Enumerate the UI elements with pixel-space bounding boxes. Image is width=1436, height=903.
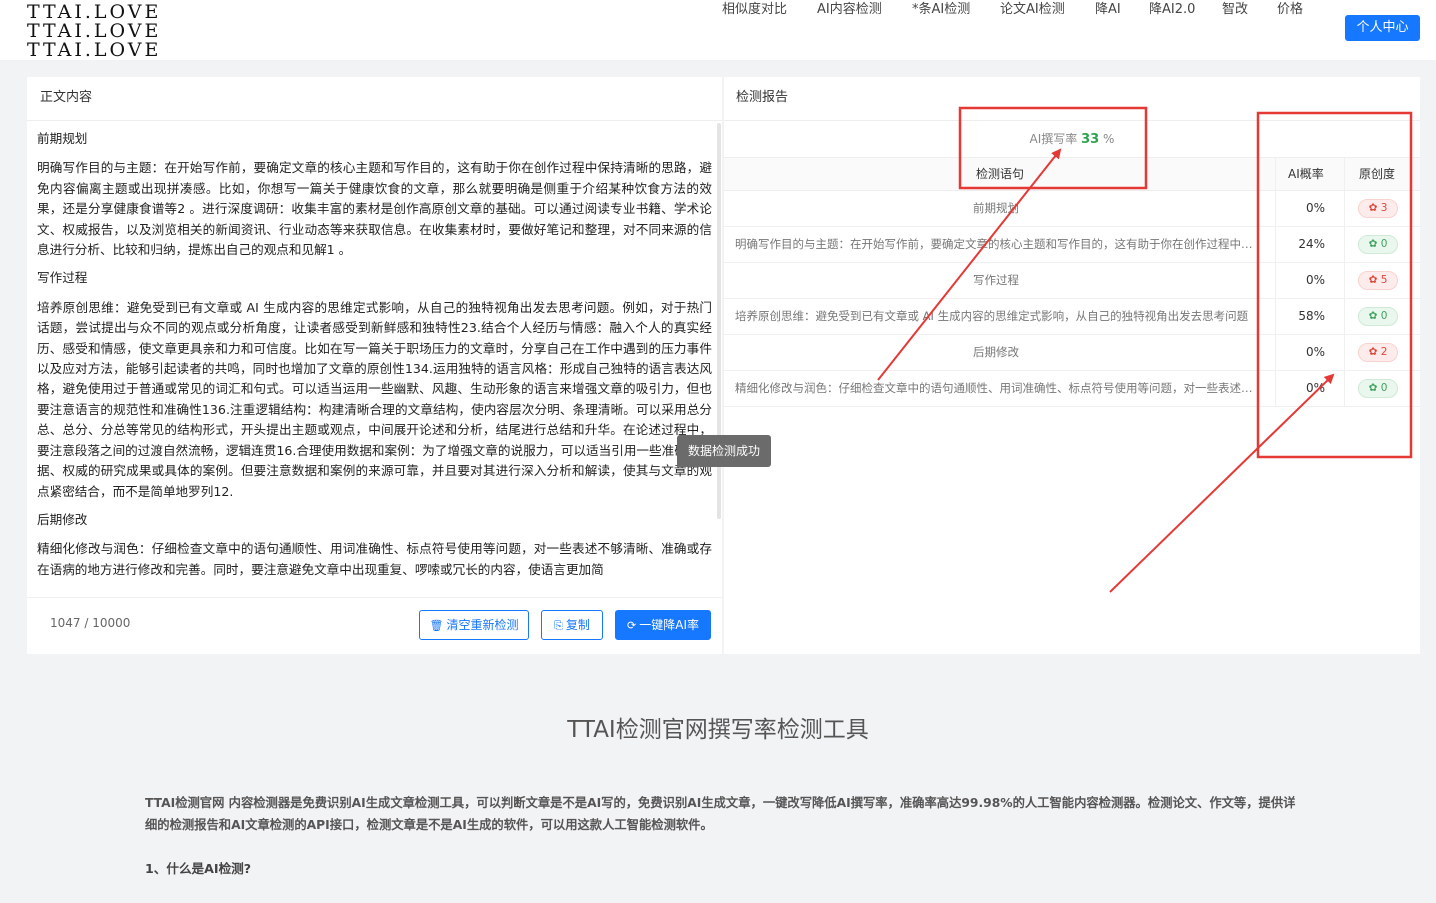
col-divider xyxy=(1344,158,1345,191)
col-divider xyxy=(1344,191,1345,226)
section-body: 精细化修改与润色：仔细检查文章中的语句通顺性、用词准确性、标点符号使用等问题，对… xyxy=(37,541,712,577)
success-toast: 数据检测成功 xyxy=(677,435,771,467)
col-divider xyxy=(1275,158,1276,191)
reduce-ai-rate-button[interactable]: ⟳ 一键降AI率 xyxy=(615,610,711,640)
table-row[interactable]: 明确写作目的与主题：在开始写作前，要确定文章的核心主题和写作目的，这有助于你在创… xyxy=(724,227,1420,263)
row-ai-prob: 0% xyxy=(1305,345,1325,359)
badge-icon: ✿ xyxy=(1368,238,1378,250)
site-logo[interactable]: TTAI.LOVE TTAI.LOVE TTAI.LOVE xyxy=(27,3,161,60)
section-heading: 前期规划 xyxy=(37,131,88,146)
section-heading: 后期修改 xyxy=(37,511,88,527)
article-footer: 1047 / 10000 🗑 清空重新检测 ⎘ 复制 ⟳ 一键降AI率 xyxy=(27,597,722,654)
article-panel: 正文内容 前期规划 明确写作目的与主题：在开始写作前，要确定文章的核心主题和写作… xyxy=(27,77,722,654)
row-sentence: 明确写作目的与主题：在开始写作前，要确定文章的核心主题和写作目的，这有助于你在创… xyxy=(735,237,1257,251)
originality-badge: ✿ 5 xyxy=(1358,271,1398,290)
top-header: TTAI.LOVE TTAI.LOVE TTAI.LOVE 相似度对比 AI内容… xyxy=(0,0,1436,60)
col-divider xyxy=(1344,227,1345,262)
section-title: TTAI检测官网撰写率检测工具 xyxy=(567,717,869,743)
originality-badge: ✿ 0 xyxy=(1358,235,1398,254)
row-ai-prob: 0% xyxy=(1305,273,1325,287)
ai-rate-summary: AI撰写率 33 % xyxy=(724,121,1420,157)
refresh-icon: ⟳ xyxy=(627,619,637,632)
nav-price[interactable]: 价格 xyxy=(1277,0,1303,20)
section-description: TTAI检测官网 内容检测器是免费识别AI生成文章检测工具，可以判断文章是不是A… xyxy=(145,796,1296,832)
clear-recheck-label: 清空重新检测 xyxy=(446,618,519,632)
reduce-ai-rate-label: 一键降AI率 xyxy=(639,618,699,632)
report-panel: 检测报告 AI撰写率 33 % 检测语句 AI概率 原创度 前期规划 0% ✿ … xyxy=(724,77,1420,654)
faq-question: 1、什么是AI检测? xyxy=(145,861,252,876)
originality-badge: ✿ 0 xyxy=(1358,379,1398,398)
nav-reduce-ai[interactable]: 降AI xyxy=(1095,0,1121,20)
originality-badge: ✿ 2 xyxy=(1358,343,1398,362)
badge-icon: ✿ xyxy=(1368,274,1378,286)
row-ai-prob: 0% xyxy=(1305,201,1325,215)
row-sentence: 后期修改 xyxy=(973,345,1019,359)
badge-value: 3 xyxy=(1380,202,1388,214)
article-panel-title: 正文内容 xyxy=(27,77,722,121)
badge-value: 0 xyxy=(1380,310,1388,322)
nav-smart-edit[interactable]: 智改 xyxy=(1222,0,1248,20)
row-sentence: 精细化修改与润色：仔细检查文章中的语句通顺性、用词准确性、标点符号使用等问题，对… xyxy=(735,381,1257,395)
trash-icon: 🗑 xyxy=(429,619,444,632)
nav-reduce-ai-2[interactable]: 降AI2.0 xyxy=(1149,0,1195,20)
report-table-header: 检测语句 AI概率 原创度 xyxy=(724,157,1420,191)
table-row[interactable]: 写作过程 0% ✿ 5 xyxy=(724,263,1420,299)
badge-value: 5 xyxy=(1380,274,1388,286)
row-sentence: 前期规划 xyxy=(973,201,1019,215)
ai-rate-unit: % xyxy=(1103,132,1115,146)
ai-rate-value: 33 xyxy=(1081,132,1100,147)
char-count: 1047 / 10000 xyxy=(50,616,131,630)
col-divider xyxy=(1344,371,1345,406)
originality-badge: ✿ 3 xyxy=(1358,199,1398,218)
row-ai-prob: 24% xyxy=(1298,237,1325,251)
col-divider xyxy=(1344,263,1345,298)
originality-badge: ✿ 0 xyxy=(1358,307,1398,326)
row-ai-prob: 58% xyxy=(1298,309,1325,323)
row-ai-prob: 0% xyxy=(1305,381,1325,395)
report-panel-title: 检测报告 xyxy=(724,77,1420,121)
logo-line: TTAI.LOVE xyxy=(27,39,162,61)
section-body: 明确写作目的与主题：在开始写作前，要确定文章的核心主题和写作目的，这有助于你在创… xyxy=(37,160,712,258)
nav-paper-ai-detect[interactable]: 论文AI检测 xyxy=(1000,0,1065,20)
nav-ai-content-detect[interactable]: AI内容检测 xyxy=(817,0,882,20)
col-originality: 原创度 xyxy=(1359,167,1396,181)
badge-value: 0 xyxy=(1380,382,1388,394)
table-row[interactable]: 精细化修改与润色：仔细检查文章中的语句通顺性、用词准确性、标点符号使用等问题，对… xyxy=(724,371,1420,407)
nav-batch-ai-detect[interactable]: *条AI检测 xyxy=(912,0,970,20)
row-sentence: 写作过程 xyxy=(973,273,1019,287)
copy-icon: ⎘ xyxy=(554,619,563,632)
table-row[interactable]: 培养原创思维：避免受到已有文章或 AI 生成内容的思维定式影响，从自己的独特视角… xyxy=(724,299,1420,335)
col-divider xyxy=(1344,335,1345,370)
nav-similarity[interactable]: 相似度对比 xyxy=(722,0,787,20)
copy-button[interactable]: ⎘ 复制 xyxy=(541,610,603,640)
badge-icon: ✿ xyxy=(1368,382,1378,394)
row-sentence: 培养原创思维：避免受到已有文章或 AI 生成内容的思维定式影响，从自己的独特视角… xyxy=(735,309,1249,323)
user-center-button[interactable]: 个人中心 xyxy=(1345,15,1420,41)
badge-value: 0 xyxy=(1380,238,1388,250)
table-row[interactable]: 后期修改 0% ✿ 2 xyxy=(724,335,1420,371)
ai-rate-label: AI撰写率 xyxy=(1029,132,1078,146)
col-ai-prob: AI概率 xyxy=(1288,167,1324,181)
badge-icon: ✿ xyxy=(1368,202,1378,214)
section-heading: 写作过程 xyxy=(37,270,88,286)
section-body: 培养原创思维：避免受到已有文章或 AI 生成内容的思维定式影响，从自己的独特视角… xyxy=(37,299,712,499)
col-divider xyxy=(1344,299,1345,334)
table-row[interactable]: 前期规划 0% ✿ 3 xyxy=(724,191,1420,227)
col-sentence: 检测语句 xyxy=(976,167,1025,181)
clear-recheck-button[interactable]: 🗑 清空重新检测 xyxy=(419,610,529,640)
article-textarea[interactable]: 前期规划 明确写作目的与主题：在开始写作前，要确定文章的核心主题和写作目的，这有… xyxy=(37,121,712,597)
copy-label: 复制 xyxy=(565,618,590,632)
badge-icon: ✿ xyxy=(1368,310,1378,322)
badge-value: 2 xyxy=(1380,346,1388,358)
badge-icon: ✿ xyxy=(1368,346,1378,358)
